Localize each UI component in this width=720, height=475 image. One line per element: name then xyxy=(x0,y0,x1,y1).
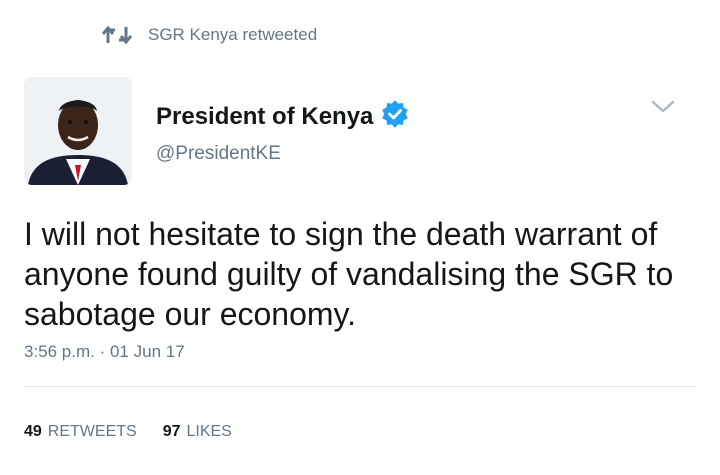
tweet-author: President of Kenya @PresidentKE xyxy=(156,100,409,165)
retweet-icon xyxy=(102,24,132,46)
retweets-label: RETWEETS xyxy=(47,423,137,440)
tweet-text: I will not hesitate to sign the death wa… xyxy=(24,216,674,332)
tweet-timestamp[interactable]: 3:56 p.m. · 01 Jun 17 xyxy=(24,342,185,362)
retweet-context-text[interactable]: SGR Kenya retweeted xyxy=(148,25,317,45)
tweet-stats: 49 RETWEETS 97 LIKES xyxy=(24,423,232,441)
display-name[interactable]: President of Kenya xyxy=(156,103,373,131)
retweet-context: SGR Kenya retweeted xyxy=(102,24,317,46)
retweets-count: 49 xyxy=(24,423,42,440)
verified-badge-icon xyxy=(381,100,409,133)
retweets-stat[interactable]: 49 RETWEETS xyxy=(24,423,137,441)
likes-label: LIKES xyxy=(186,423,232,440)
user-handle[interactable]: @PresidentKE xyxy=(156,143,409,165)
divider xyxy=(24,386,696,387)
likes-stat[interactable]: 97 LIKES xyxy=(163,423,232,441)
avatar[interactable] xyxy=(24,77,132,185)
chevron-down-icon[interactable] xyxy=(648,96,678,118)
likes-count: 97 xyxy=(162,423,181,440)
